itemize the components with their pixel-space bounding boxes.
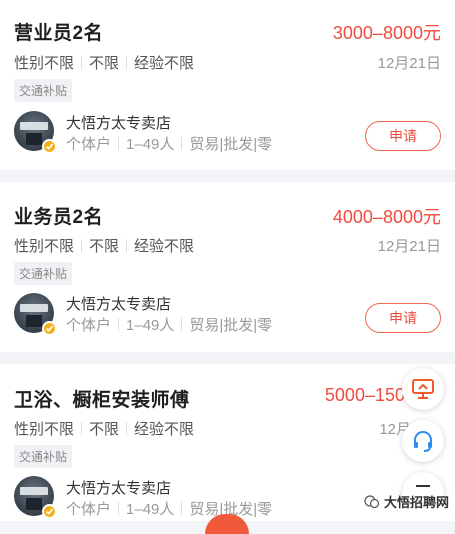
post-date: 12月21日 bbox=[377, 238, 441, 255]
company-size: 1–49人 bbox=[126, 501, 175, 518]
job-title[interactable]: 业务员2名 bbox=[14, 202, 103, 229]
watermark-text: 大悟招聘网 bbox=[383, 495, 449, 510]
company-name[interactable]: 大悟方太专卖店 bbox=[66, 112, 171, 133]
company-info: 个体户 1–49人 贸易|批发|零 bbox=[66, 314, 272, 335]
company-info: 个体户 1–49人 贸易|批发|零 bbox=[66, 133, 272, 154]
salary: 4000–8000元 bbox=[332, 207, 441, 227]
headset-icon bbox=[414, 431, 432, 452]
req-experience: 经验不限 bbox=[134, 55, 195, 72]
monitor-button[interactable] bbox=[402, 368, 444, 410]
benefit-tag: 交通补贴 bbox=[14, 445, 73, 468]
company-type: 个体户 bbox=[66, 136, 112, 153]
requirements: 性别不限 不限 经验不限 bbox=[14, 235, 194, 256]
req-gender: 性别不限 bbox=[14, 421, 75, 438]
monitor-icon bbox=[412, 379, 434, 399]
req-experience: 经验不限 bbox=[134, 238, 195, 255]
company-industry: 贸易|批发|零 bbox=[189, 317, 273, 334]
company-avatar[interactable] bbox=[14, 476, 57, 519]
company-type: 个体户 bbox=[66, 317, 112, 334]
company-industry: 贸易|批发|零 bbox=[189, 136, 273, 153]
job-card[interactable]: 营业员2名 3000–8000元 性别不限 不限 经验不限 12月21日 交通补… bbox=[0, 0, 455, 170]
benefit-tag: 交通补贴 bbox=[14, 262, 73, 285]
requirements: 性别不限 不限 经验不限 bbox=[14, 52, 194, 73]
company-name[interactable]: 大悟方太专卖店 bbox=[66, 293, 171, 314]
job-title[interactable]: 营业员2名 bbox=[14, 18, 103, 45]
requirements: 性别不限 不限 经验不限 bbox=[14, 418, 194, 439]
company-avatar[interactable] bbox=[14, 111, 57, 154]
customer-service-button[interactable] bbox=[402, 420, 444, 462]
verified-icon bbox=[42, 139, 57, 154]
req-gender: 性别不限 bbox=[14, 55, 75, 72]
salary: 3000–8000元 bbox=[332, 23, 441, 43]
req-experience: 经验不限 bbox=[134, 421, 195, 438]
salary: 5000–150 bbox=[324, 385, 405, 405]
apply-button[interactable]: 申请 bbox=[365, 303, 441, 333]
company-info: 个体户 1–49人 贸易|批发|零 bbox=[66, 498, 272, 519]
apply-button[interactable]: 申请 bbox=[365, 121, 441, 151]
req-education: 不限 bbox=[89, 238, 120, 255]
scroll-top-icon bbox=[416, 485, 430, 487]
post-date: 12月21日 bbox=[377, 55, 441, 72]
req-education: 不限 bbox=[89, 55, 120, 72]
company-size: 1–49人 bbox=[126, 136, 175, 153]
company-name[interactable]: 大悟方太专卖店 bbox=[66, 477, 171, 498]
company-avatar[interactable] bbox=[14, 293, 57, 336]
job-title[interactable]: 卫浴、橱柜安装师傅 bbox=[14, 385, 190, 412]
wechat-icon bbox=[364, 494, 380, 508]
verified-icon bbox=[42, 504, 57, 519]
company-type: 个体户 bbox=[66, 501, 112, 518]
req-gender: 性别不限 bbox=[14, 238, 75, 255]
watermark: 大悟招聘网 bbox=[364, 492, 449, 511]
company-size: 1–49人 bbox=[126, 317, 175, 334]
benefit-tag: 交通补贴 bbox=[14, 79, 73, 102]
req-education: 不限 bbox=[89, 421, 120, 438]
job-card[interactable]: 业务员2名 4000–8000元 性别不限 不限 经验不限 12月21日 交通补… bbox=[0, 182, 455, 352]
verified-icon bbox=[42, 321, 57, 336]
